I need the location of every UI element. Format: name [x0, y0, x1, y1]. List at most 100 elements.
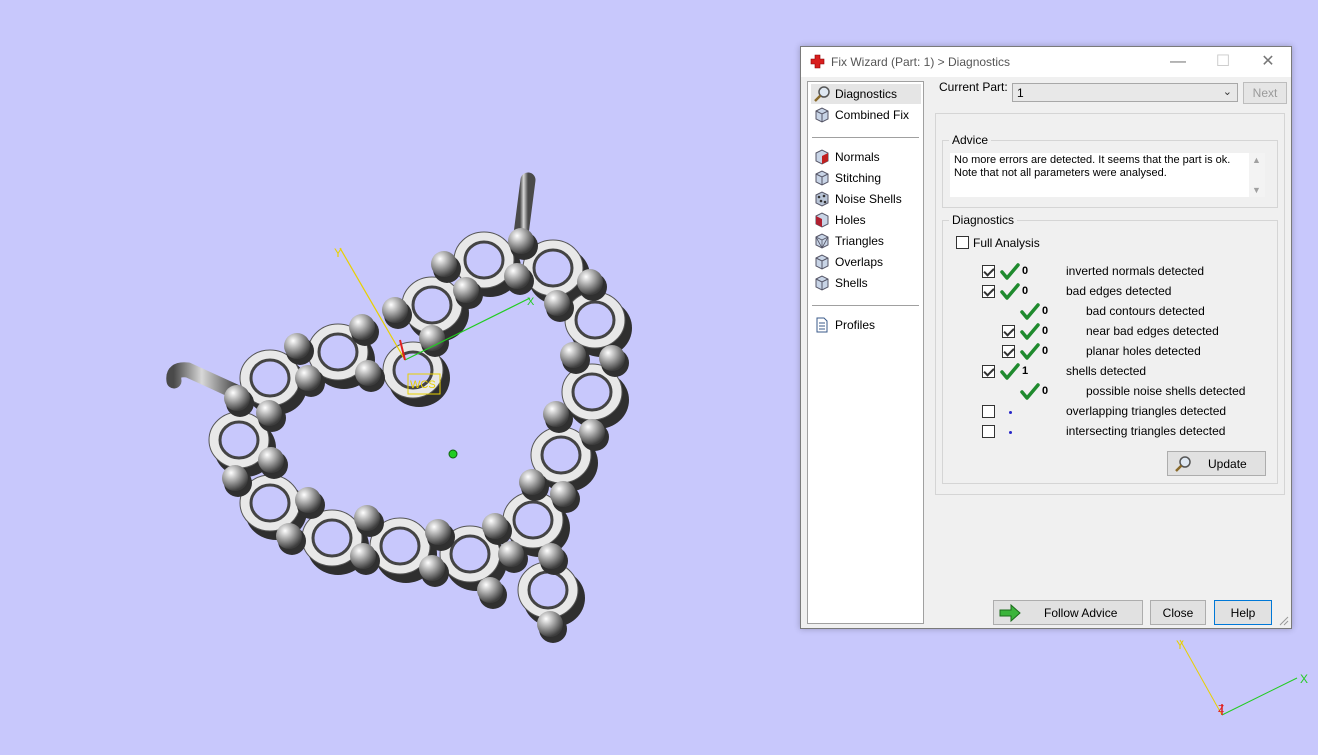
follow-advice-button[interactable]: Follow Advice [993, 600, 1143, 625]
nav-label: Holes [835, 213, 866, 227]
magnifier-icon [1175, 456, 1191, 472]
nav-label: Profiles [835, 318, 876, 332]
maximize-button[interactable]: ☐ [1200, 47, 1246, 77]
bead [579, 419, 605, 445]
full-analysis-checkbox[interactable] [956, 236, 969, 249]
overlaps-cube-icon [815, 254, 829, 270]
diagnostic-row: 0 possible noise shells detected [943, 383, 1273, 405]
bead [276, 523, 302, 549]
ring-hole [463, 240, 505, 280]
update-button[interactable]: Update [1167, 451, 1266, 476]
nav-label: Noise Shells [835, 192, 902, 206]
diagnostic-checkbox[interactable] [982, 405, 995, 418]
nav-label: Diagnostics [835, 87, 898, 101]
bead [431, 251, 457, 277]
diagnostic-count: 0 [1042, 385, 1049, 397]
close-window-button[interactable]: ✕ [1245, 47, 1291, 77]
wizard-nav-panel: Diagnostics Combined Fix Normals Stitchi… [807, 81, 924, 624]
nav-item-combined-fix[interactable]: Combined Fix [811, 105, 921, 125]
nav-item-overlaps[interactable]: Overlaps [811, 252, 921, 272]
ring-hole [411, 285, 453, 325]
bead [295, 365, 321, 391]
diagnostic-label: bad contours detected [1086, 304, 1205, 318]
pending-dot-icon [1009, 431, 1012, 434]
minimize-button[interactable]: — [1155, 47, 1201, 77]
green-check-icon [1000, 263, 1020, 280]
green-arrow-icon [999, 604, 1021, 622]
close-button[interactable]: Close [1150, 600, 1206, 625]
shells-cube-icon [815, 275, 829, 291]
ring-hole [571, 372, 613, 412]
bail-left [166, 362, 244, 400]
next-button[interactable]: Next [1243, 82, 1287, 104]
ring-hole [311, 518, 353, 558]
nav-item-profiles[interactable]: Profiles [811, 315, 921, 335]
diagnostic-row: 0 inverted normals detected [943, 263, 1273, 285]
ring-hole [218, 420, 260, 460]
advice-textbox[interactable]: No more errors are detected. It seems th… [950, 153, 1256, 197]
green-check-icon [1020, 383, 1040, 400]
ring-hole [379, 526, 421, 566]
ring-hole [249, 483, 291, 523]
diagnostic-count: 0 [1042, 345, 1049, 357]
diagnostic-count: 0 [1022, 285, 1029, 297]
bead [354, 505, 380, 531]
nav-label: Stitching [835, 171, 882, 185]
diagnostics-title: Diagnostics [949, 213, 1018, 227]
title-bar[interactable]: Fix Wizard (Part: 1) > Diagnostics — ☐ ✕ [801, 47, 1291, 77]
nav-label: Normals [835, 150, 880, 164]
diagnostic-checkbox[interactable] [982, 425, 995, 438]
resize-grip-icon[interactable] [1279, 616, 1289, 626]
nav-divider [812, 137, 919, 138]
bead [349, 314, 375, 340]
update-label: Update [1208, 457, 1247, 471]
green-check-icon [1000, 363, 1020, 380]
current-part-label: Current Part: [939, 80, 1008, 94]
diagnostic-checkbox[interactable] [1002, 325, 1015, 338]
diagnostic-label: bad edges detected [1066, 284, 1172, 298]
bead [224, 385, 250, 411]
cube-icon [815, 107, 829, 123]
nav-item-holes[interactable]: Holes [811, 210, 921, 230]
close-label: Close [1162, 606, 1194, 620]
bead [577, 269, 603, 295]
ring-hole [574, 300, 616, 340]
help-button[interactable]: Help [1214, 600, 1272, 625]
nav-item-triangles[interactable]: Triangles [811, 231, 921, 251]
diagnostic-label: possible noise shells detected [1086, 384, 1246, 398]
nav-item-stitching[interactable]: Stitching [811, 168, 921, 188]
ring-hole [512, 500, 554, 540]
nav-item-diagnostics[interactable]: Diagnostics [811, 84, 921, 104]
diagnostic-checkbox[interactable] [982, 265, 995, 278]
heart-pendant-model[interactable] [166, 172, 632, 643]
nav-label: Shells [835, 276, 868, 290]
nav-item-noise-shells[interactable]: Noise Shells [811, 189, 921, 209]
nav-item-shells[interactable]: Shells [811, 273, 921, 293]
bead [453, 277, 479, 303]
wcs-y-label: Y [334, 246, 342, 260]
diagnostic-count: 0 [1042, 305, 1049, 317]
scroll-down-icon[interactable]: ▼ [1252, 185, 1261, 195]
diagnostic-row: 1 shells detected [943, 363, 1273, 385]
diagnostic-label: intersecting triangles detected [1066, 424, 1226, 438]
bead [295, 487, 321, 513]
diagnostic-checkbox[interactable] [1002, 345, 1015, 358]
ring-hole [527, 570, 569, 610]
nav-item-normals[interactable]: Normals [811, 147, 921, 167]
diagnostic-checkbox[interactable] [982, 365, 995, 378]
bead [599, 345, 625, 371]
diagnostic-count: 0 [1022, 265, 1029, 277]
magnifier-icon [814, 86, 830, 102]
scroll-up-icon[interactable]: ▲ [1252, 155, 1261, 165]
diagnostic-label: inverted normals detected [1066, 264, 1205, 278]
current-part-select[interactable]: 1 ⌄ [1012, 83, 1238, 102]
advice-group: Advice No more errors are detected. It s… [942, 133, 1278, 208]
diagnostic-checkbox[interactable] [982, 285, 995, 298]
bead [256, 400, 282, 426]
follow-advice-label: Follow Advice [1044, 606, 1118, 620]
advice-scrollbar[interactable]: ▲ ▼ [1249, 153, 1265, 197]
advice-title: Advice [949, 133, 992, 147]
red-cross-icon [810, 54, 825, 69]
help-label: Help [1230, 606, 1256, 620]
document-icon [816, 317, 828, 333]
